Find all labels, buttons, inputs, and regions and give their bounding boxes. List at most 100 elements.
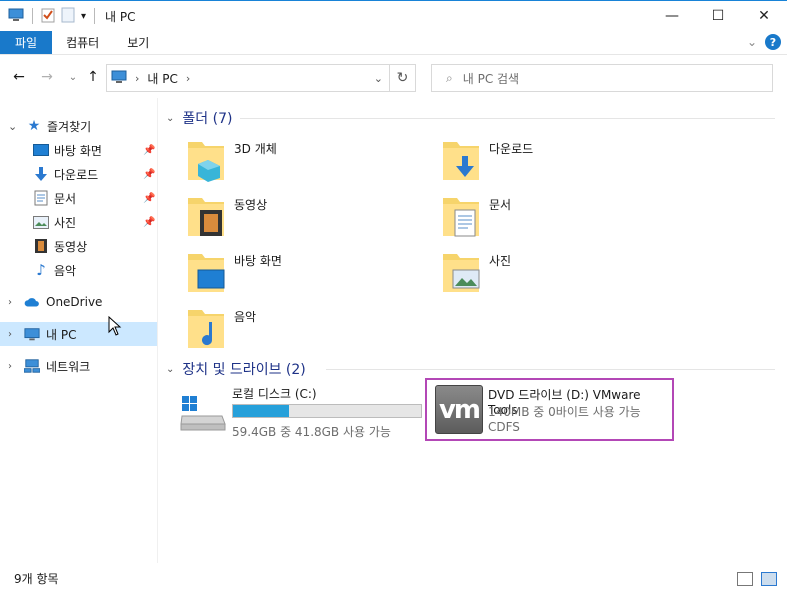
drive-item-d[interactable]: vm DVD 드라이브 (D:) VMware Tools 140MB 중 0바…: [425, 378, 674, 441]
content-pane: ⌄ 폴더 (7) 3D 개체 다운로드 동영상 문서 바탕 화면 사진 음악 ⌄…: [158, 98, 787, 563]
forward-button[interactable]: →: [36, 66, 58, 88]
properties-icon[interactable]: [41, 7, 55, 26]
documents-folder-icon: [443, 198, 479, 237]
separator: [94, 8, 96, 24]
document-icon: [33, 190, 49, 206]
sidebar-item-label: 네트워크: [46, 359, 91, 374]
expand-chevron-icon[interactable]: ›: [8, 329, 12, 340]
sidebar-item-music[interactable]: ♪ 음악: [0, 258, 157, 282]
drive-item-c[interactable]: 로컬 디스크 (C:) 59.4GB 중 41.8GB 사용 가능: [180, 380, 430, 440]
this-pc-icon: [24, 326, 40, 342]
maximize-button[interactable]: ☐: [695, 1, 741, 31]
title-bar: ▾ 내 PC — ☐ ✕: [0, 0, 787, 31]
vmware-logo-icon: vm: [435, 385, 483, 434]
sidebar-item-quick-access[interactable]: ⌄ ★ 즐겨찾기: [0, 114, 157, 138]
new-folder-icon[interactable]: [61, 7, 75, 26]
folder-item[interactable]: 사진: [441, 248, 681, 298]
pin-icon: 📌: [143, 216, 156, 228]
customize-qa-dropdown-icon[interactable]: ▾: [81, 11, 86, 22]
folder-item[interactable]: 동영상: [186, 192, 426, 242]
mouse-cursor-icon: [108, 316, 122, 336]
videos-folder-icon: [188, 198, 224, 236]
folder-item[interactable]: 문서: [441, 192, 681, 242]
sidebar-item-label: OneDrive: [46, 295, 103, 309]
breadcrumb-this-pc[interactable]: 내 PC: [147, 70, 177, 87]
collapse-chevron-icon[interactable]: ⌄: [8, 120, 17, 133]
collapse-chevron-icon[interactable]: ⌄: [166, 113, 174, 124]
picture-icon: [33, 214, 49, 230]
sidebar-item-videos[interactable]: 동영상: [0, 234, 157, 258]
music-folder-icon: [188, 310, 224, 348]
up-button[interactable]: ↑: [82, 66, 104, 88]
tab-view[interactable]: 보기: [113, 31, 163, 54]
this-pc-icon: [8, 8, 24, 25]
search-placeholder: 내 PC 검색: [462, 71, 520, 86]
search-icon: ⌕: [446, 70, 453, 85]
navigation-bar: ← → ⌄ ↑ › 내 PC › ⌄ ↻ ⌕ 내 PC 검색: [0, 56, 787, 98]
breadcrumb-chevron-icon[interactable]: ›: [186, 72, 190, 85]
folder-item[interactable]: 3D 개체: [186, 136, 426, 186]
help-icon[interactable]: ?: [765, 34, 781, 50]
drive-free-space: 59.4GB 중 41.8GB 사용 가능: [232, 425, 391, 439]
group-header-label: 장치 및 드라이브 (2): [182, 362, 306, 378]
sidebar-item-onedrive[interactable]: › OneDrive: [0, 290, 157, 314]
group-header-drives[interactable]: ⌄ 장치 및 드라이브 (2): [166, 359, 306, 379]
back-button[interactable]: ←: [8, 66, 30, 88]
collapse-chevron-icon[interactable]: ⌄: [166, 364, 174, 375]
ribbon-tabs: 파일 컴퓨터 보기 ⌄ ?: [0, 31, 787, 55]
address-bar[interactable]: › 내 PC › ⌄: [106, 64, 390, 92]
item-count: 9개 항목: [14, 572, 59, 586]
group-header-line: [326, 369, 775, 370]
sidebar-item-desktop[interactable]: 바탕 화면 📌: [0, 138, 157, 162]
window-title: 내 PC: [105, 9, 136, 24]
minimize-button[interactable]: —: [649, 1, 695, 31]
large-icons-view-icon[interactable]: [761, 572, 777, 586]
pictures-folder-icon: [443, 254, 480, 292]
sidebar-item-label: 다운로드: [54, 167, 99, 182]
sidebar-item-label: 동영상: [54, 239, 88, 254]
cloud-icon: [24, 294, 40, 310]
address-dropdown-icon[interactable]: ⌄: [374, 72, 383, 85]
sidebar-item-label: 바탕 화면: [54, 143, 102, 158]
recent-locations-dropdown[interactable]: ⌄: [62, 66, 84, 88]
tab-file[interactable]: 파일: [0, 31, 53, 54]
3d-objects-folder-icon: [188, 142, 224, 182]
sidebar-item-label: 음악: [54, 263, 77, 278]
tab-computer[interactable]: 컴퓨터: [52, 31, 113, 54]
details-view-icon[interactable]: [737, 572, 753, 586]
drive-usage-fill: [233, 405, 290, 417]
sidebar-item-documents[interactable]: 문서 📌: [0, 186, 157, 210]
separator: [32, 8, 33, 24]
breadcrumb-chevron-icon[interactable]: ›: [135, 72, 139, 85]
sidebar-item-this-pc[interactable]: › 내 PC: [0, 322, 157, 346]
folder-name: 사진: [489, 254, 512, 268]
sidebar-item-network[interactable]: › 네트워크: [0, 354, 157, 378]
download-icon: [33, 166, 49, 182]
refresh-button[interactable]: ↻: [390, 64, 416, 92]
drive-name: 로컬 디스크 (C:): [232, 387, 317, 401]
expand-chevron-icon[interactable]: ›: [8, 297, 12, 308]
status-bar: 9개 항목: [0, 563, 787, 594]
group-header-folders[interactable]: ⌄ 폴더 (7): [166, 108, 232, 128]
sidebar-item-downloads[interactable]: 다운로드 📌: [0, 162, 157, 186]
sidebar-item-pictures[interactable]: 사진 📌: [0, 210, 157, 234]
folder-item[interactable]: 바탕 화면: [186, 248, 426, 298]
folder-name: 동영상: [234, 198, 268, 212]
pin-icon: 📌: [143, 192, 156, 204]
folder-item[interactable]: 음악: [186, 304, 426, 354]
folder-name: 음악: [234, 310, 257, 324]
close-button[interactable]: ✕: [741, 1, 787, 31]
sidebar-item-label: 즐겨찾기: [47, 119, 92, 134]
desktop-icon: [33, 142, 49, 158]
expand-ribbon-icon[interactable]: ⌄: [747, 35, 757, 49]
folder-name: 바탕 화면: [234, 254, 282, 268]
folder-item[interactable]: 다운로드: [441, 136, 681, 186]
expand-chevron-icon[interactable]: ›: [8, 361, 12, 372]
star-icon: ★: [27, 118, 41, 134]
sidebar-item-label: 문서: [54, 191, 77, 206]
music-icon: ♪: [36, 261, 46, 279]
drive-usage-bar: [232, 404, 422, 418]
pin-icon: 📌: [143, 168, 156, 180]
search-box[interactable]: ⌕ 내 PC 검색: [431, 64, 773, 92]
folder-name: 3D 개체: [234, 142, 277, 156]
